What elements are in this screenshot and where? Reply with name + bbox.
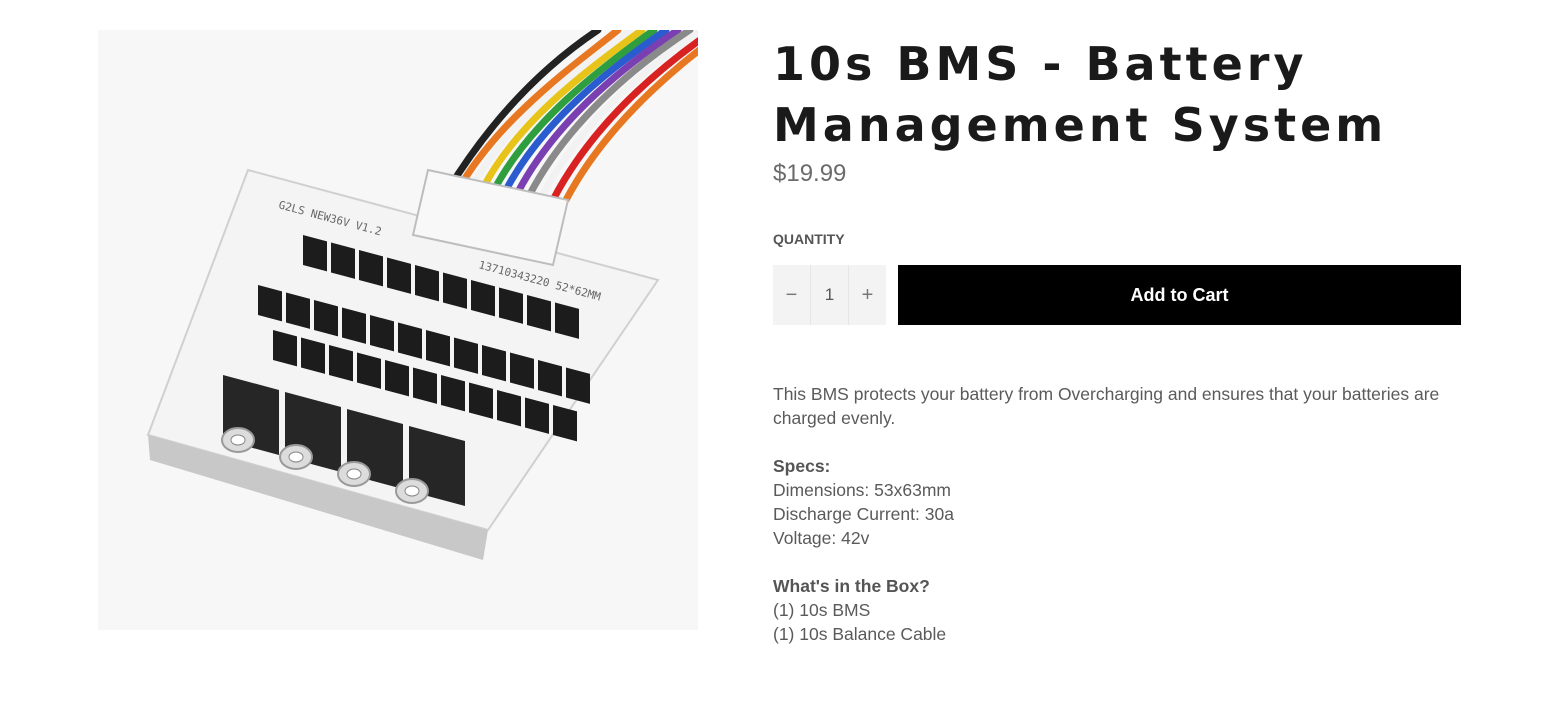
product-title-line1: 10s BMS - Battery [773, 37, 1308, 91]
quantity-label: QUANTITY [773, 231, 845, 247]
spec-item: Voltage: 42v [773, 528, 870, 548]
specs-heading: Specs: [773, 456, 831, 476]
spec-item: Dimensions: 53x63mm [773, 480, 951, 500]
quantity-input[interactable]: 1 [810, 265, 849, 325]
product-description: This BMS protects your battery from Over… [773, 382, 1463, 646]
box-item: (1) 10s Balance Cable [773, 624, 947, 644]
product-title-line2: Management System [773, 98, 1388, 152]
product-price: $19.99 [773, 160, 847, 187]
product-image[interactable]: G2LS NEW36V V1.2 13710343220 52*62MM [98, 30, 698, 630]
product-title: 10s BMS - Battery Management System [773, 34, 1463, 156]
bms-board-illustration: G2LS NEW36V V1.2 13710343220 52*62MM [146, 30, 698, 560]
terminal-hole [346, 468, 362, 480]
description-intro: This BMS protects your battery from Over… [773, 384, 1440, 428]
box-heading: What's in the Box? [773, 576, 930, 596]
add-to-cart-button[interactable]: Add to Cart [898, 265, 1461, 325]
mosfet-chip [553, 404, 577, 442]
balance-wires [444, 30, 698, 204]
spec-item: Discharge Current: 30a [773, 504, 954, 524]
quantity-decrease-button[interactable]: − [773, 265, 810, 325]
box-item: (1) 10s BMS [773, 600, 871, 620]
quantity-increase-button[interactable]: + [849, 265, 886, 325]
product-info: 10s BMS - Battery Management System $19.… [773, 30, 1463, 644]
terminal-hole [288, 451, 304, 463]
quantity-stepper: − 1 + [773, 265, 886, 325]
terminal-hole [230, 434, 246, 446]
terminal-hole [404, 485, 420, 497]
